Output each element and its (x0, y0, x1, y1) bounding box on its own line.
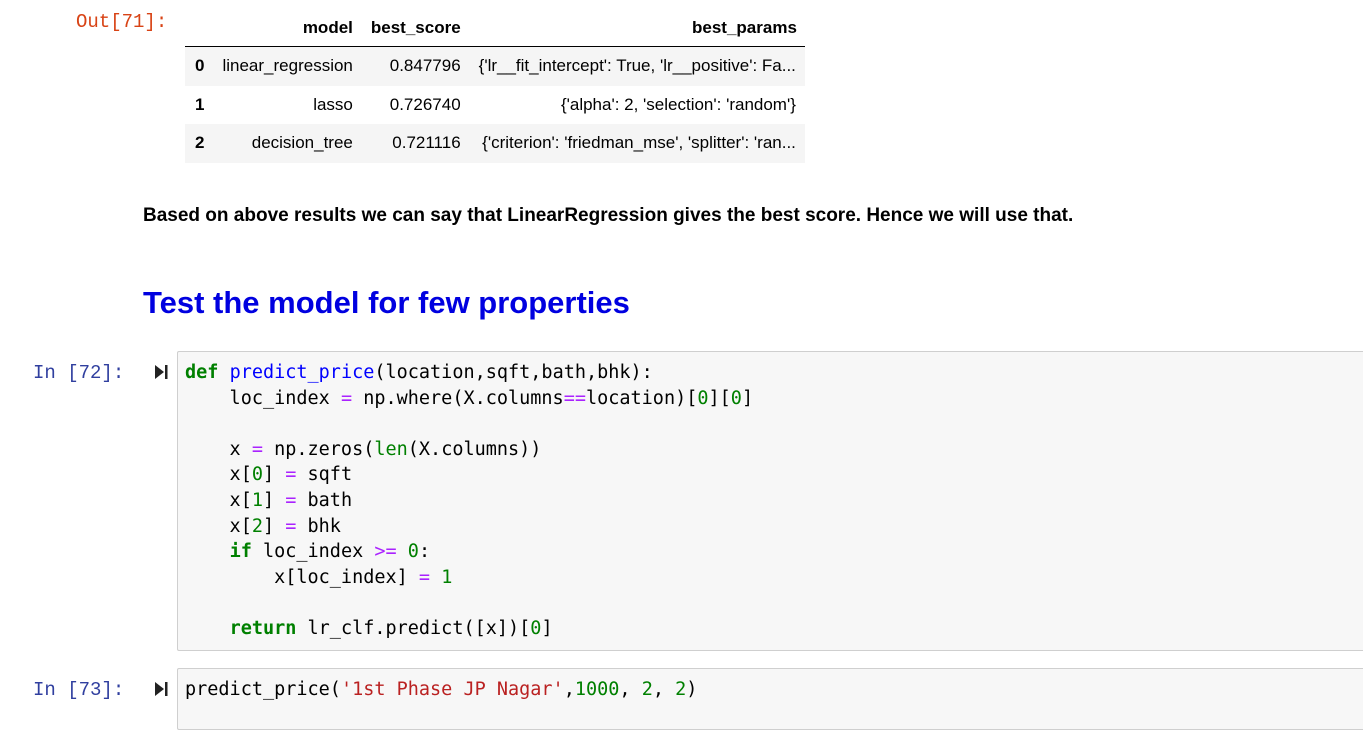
cell-best-params: {'criterion': 'friedman_mse', 'splitter'… (482, 133, 796, 153)
table-row: 1 lasso 0.726740 {'alpha': 2, 'selection… (185, 86, 805, 125)
output-prompt: Out[71]: (76, 11, 168, 33)
input-prompt-73: In [73]: (33, 679, 125, 701)
table-header-row: model best_score best_params (185, 10, 805, 47)
results-dataframe: model best_score best_params 0 linear_re… (185, 10, 805, 163)
markdown-summary: Based on above results we can say that L… (143, 205, 1074, 226)
row-index: 2 (195, 133, 205, 153)
cell-best-score: 0.847796 (389, 56, 461, 76)
index-header (185, 10, 214, 47)
table-row: 0 linear_regression 0.847796 {'lr__fit_i… (185, 46, 805, 86)
row-index: 1 (195, 94, 205, 114)
cell-best-score: 0.721116 (392, 133, 461, 153)
code-editor-72[interactable]: def predict_price(location,sqft,bath,bhk… (185, 360, 753, 642)
table-row: 2 decision_tree 0.721116 {'criterion': '… (185, 124, 805, 163)
cell-best-score: 0.726740 (389, 94, 461, 114)
column-header-best-score: best_score (361, 10, 470, 47)
input-prompt-72: In [72]: (33, 362, 125, 384)
markdown-heading: Test the model for few properties (143, 285, 630, 320)
column-header-best-params: best_params (469, 10, 805, 47)
cell-model: lasso (313, 94, 353, 114)
cell-model: decision_tree (251, 133, 353, 153)
cell-best-params: {'alpha': 2, 'selection': 'random'} (560, 94, 796, 114)
cell-best-params: {'lr__fit_intercept': True, 'lr__positiv… (478, 56, 796, 76)
run-cell-icon[interactable] (154, 681, 168, 697)
row-index: 0 (195, 56, 205, 76)
cell-model: linear_regression (222, 56, 353, 76)
run-cell-icon[interactable] (154, 364, 168, 380)
code-cell-72[interactable]: def predict_price(location,sqft,bath,bhk… (177, 351, 1363, 651)
code-editor-73[interactable]: predict_price('1st Phase JP Nagar',1000,… (185, 677, 697, 703)
code-cell-73[interactable]: predict_price('1st Phase JP Nagar',1000,… (177, 668, 1363, 730)
column-header-model: model (213, 10, 362, 47)
